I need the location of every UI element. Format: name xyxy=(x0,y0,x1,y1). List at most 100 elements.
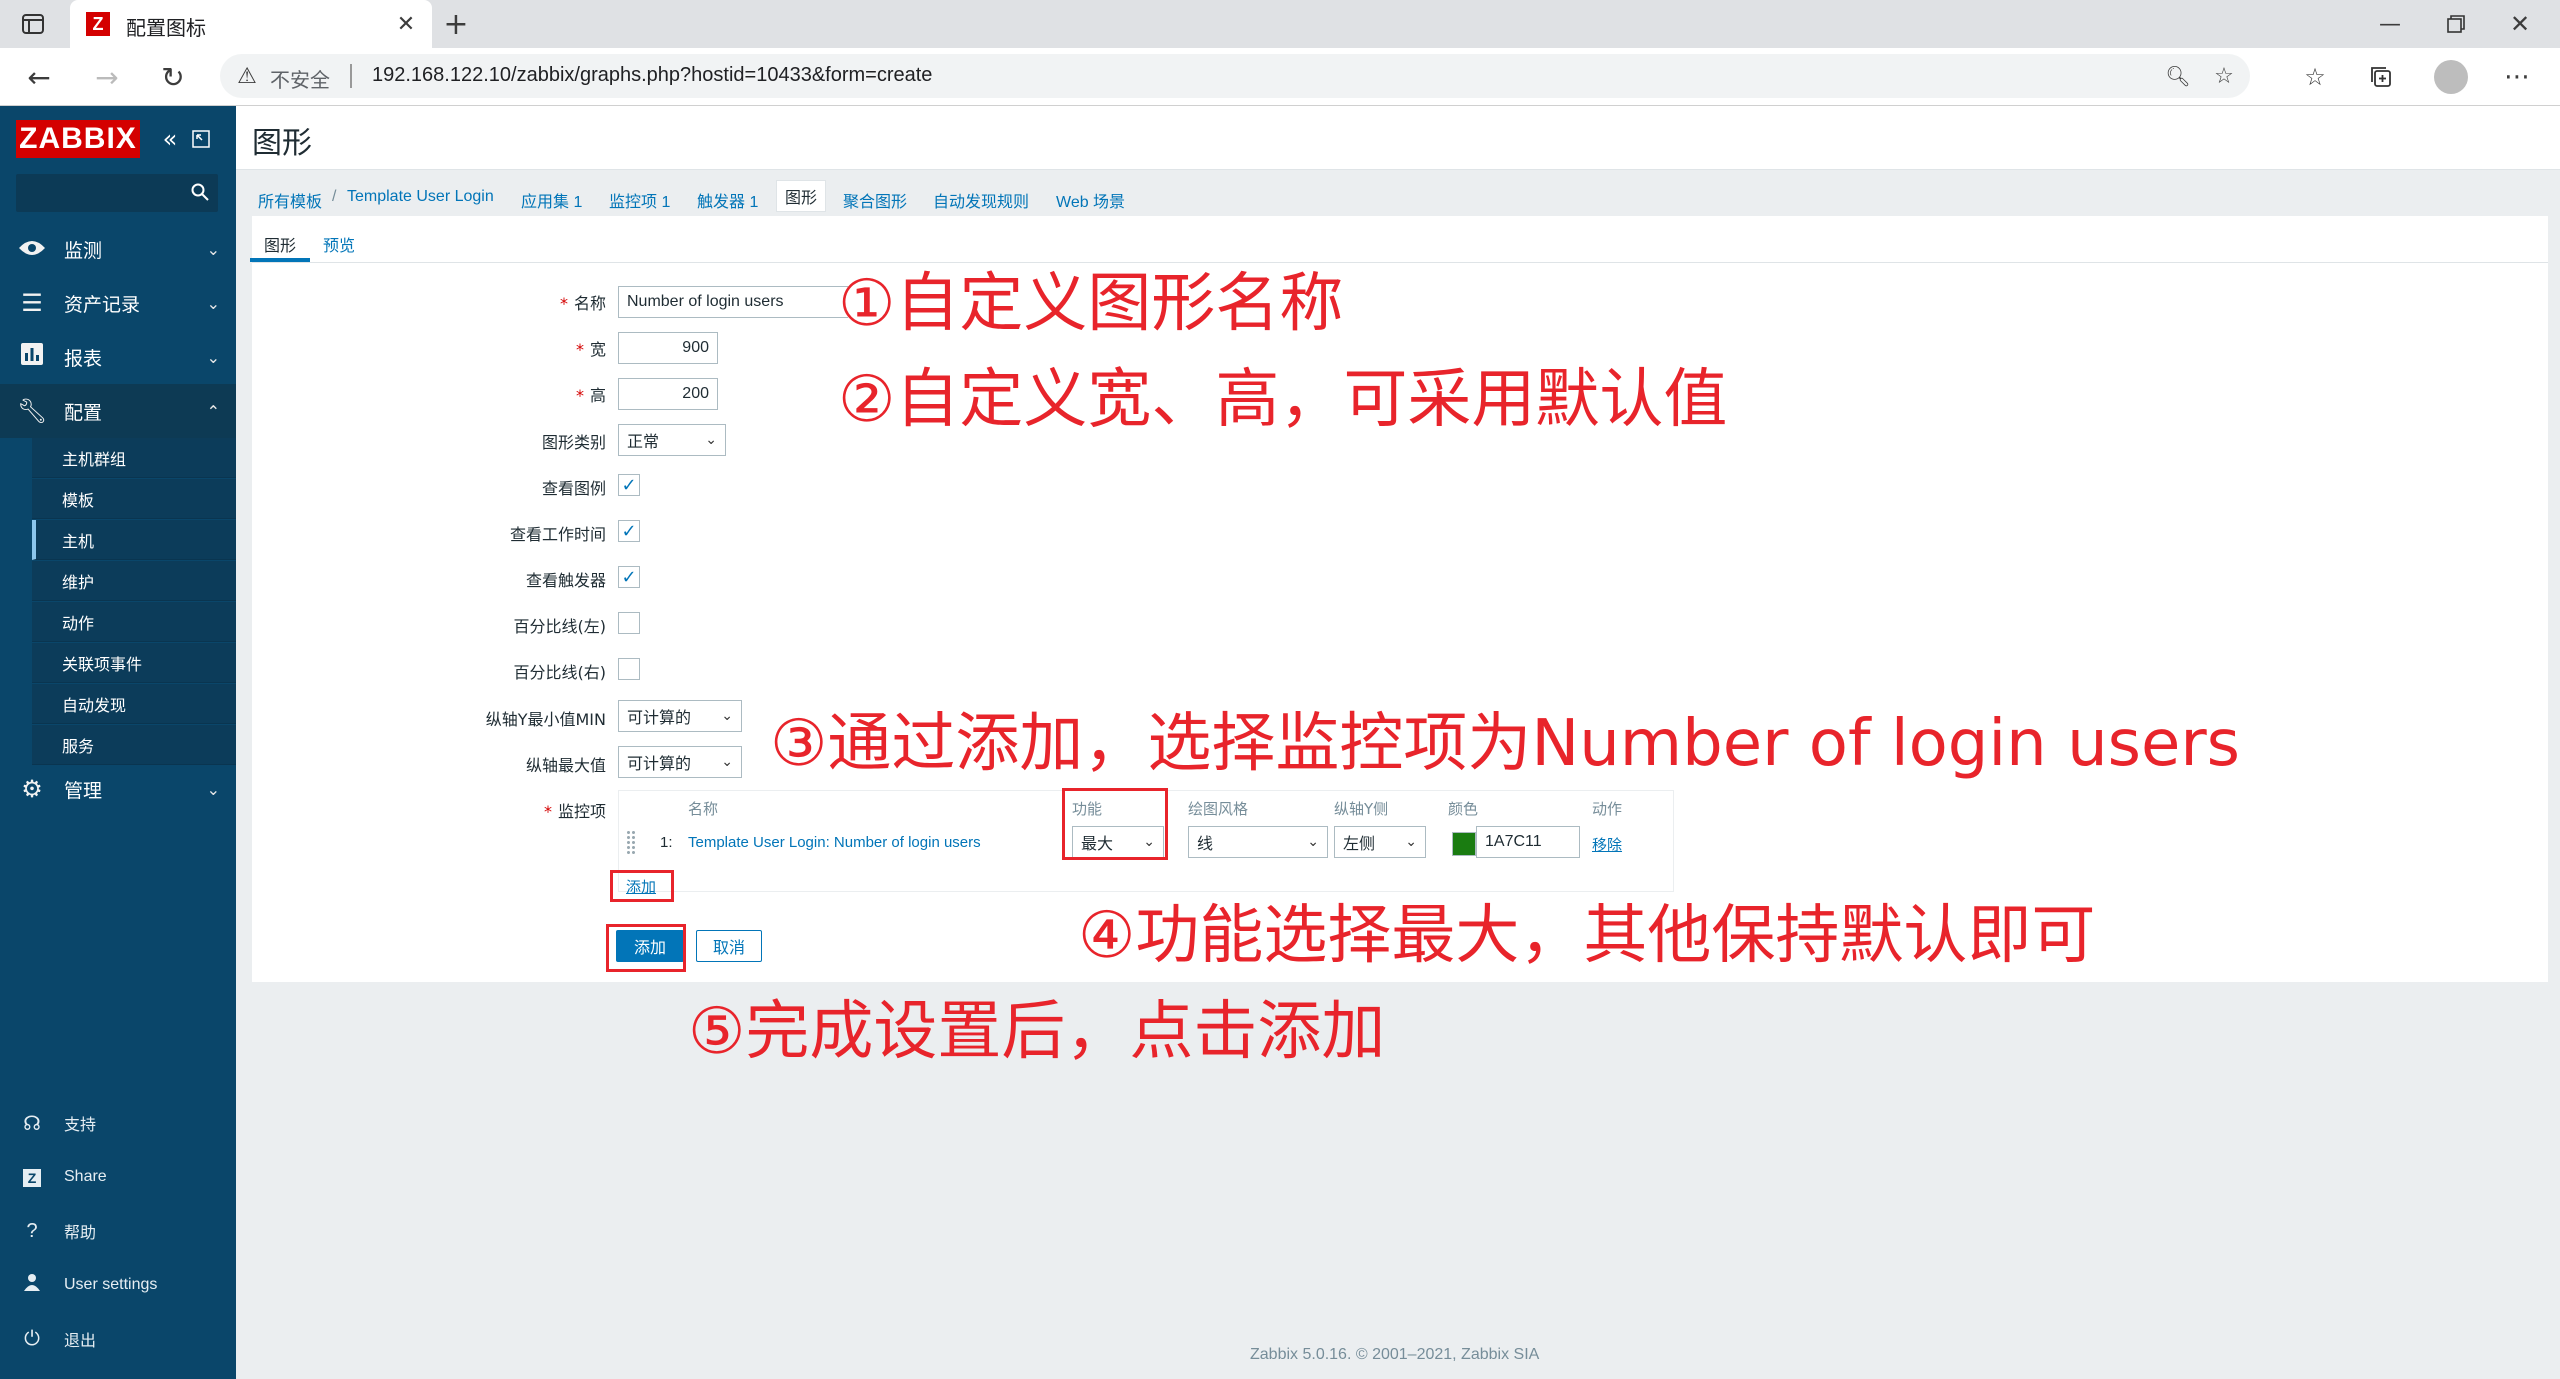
width-input[interactable]: 900 xyxy=(618,332,718,364)
submenu-hosts[interactable]: 主机 xyxy=(32,520,236,560)
item-name-link[interactable]: Template User Login: Number of login use… xyxy=(688,834,981,851)
collections-icon[interactable] xyxy=(2364,62,2398,92)
name-input[interactable]: Number of login users xyxy=(618,286,848,318)
y-max-value: 可计算的 xyxy=(627,754,692,773)
profile-avatar[interactable] xyxy=(2434,60,2468,94)
forward-icon[interactable]: → xyxy=(90,60,124,94)
percentile-right-label: 百分比线(右) xyxy=(513,663,607,682)
tab-actions-icon[interactable] xyxy=(20,12,46,36)
kiosk-mode-icon[interactable] xyxy=(190,128,212,150)
breadcrumb-all-templates[interactable]: 所有模板 xyxy=(258,188,322,212)
menu-inventory-label: 资产记录 xyxy=(64,293,141,316)
submenu-maintenance[interactable]: 维护 xyxy=(32,561,236,601)
menu-reports[interactable]: 报表 ⌄ xyxy=(0,330,236,384)
collapse-sidebar-icon[interactable]: « xyxy=(158,125,182,153)
graph-type-select[interactable]: 正常 ⌄ xyxy=(618,424,726,456)
chevron-down-icon: ⌄ xyxy=(705,432,717,448)
height-input[interactable]: 200 xyxy=(618,378,718,410)
menu-inventory[interactable]: ☰ 资产记录 ⌄ xyxy=(0,276,236,330)
y-max-label: 纵轴最大值 xyxy=(525,756,606,775)
percentile-left-checkbox[interactable] xyxy=(618,612,640,634)
tab-title: 配置图标 xyxy=(126,18,206,40)
menu-configuration-label: 配置 xyxy=(64,401,103,424)
draw-style-select[interactable]: 线 ⌄ xyxy=(1188,826,1328,858)
graph-type-value: 正常 xyxy=(627,432,660,451)
cancel-button[interactable]: 取消 xyxy=(696,930,762,962)
footer-signout[interactable]: ⏻ 退出 xyxy=(0,1314,236,1364)
url-box[interactable]: ⚠ 不安全 192.168.122.10/zabbix/graphs.php?h… xyxy=(220,54,2250,98)
nav-discovery-rules[interactable]: 自动发现规则 xyxy=(933,188,1029,212)
percentile-right-checkbox[interactable] xyxy=(618,658,640,680)
footer-share[interactable]: Z Share xyxy=(0,1152,236,1202)
submenu-actions[interactable]: 动作 xyxy=(32,602,236,642)
nav-items[interactable]: 监控项 1 xyxy=(609,188,670,212)
zabbix-favicon-icon: Z xyxy=(86,12,110,36)
menu-administration-label: 管理 xyxy=(64,779,103,802)
back-icon[interactable]: ← xyxy=(22,60,56,94)
add-favorite-icon[interactable]: ☆ xyxy=(2210,62,2238,90)
color-input[interactable]: 1A7C11 xyxy=(1476,826,1580,858)
show-work-period-checkbox[interactable]: ✓ xyxy=(618,520,640,542)
breadcrumb-template[interactable]: Template User Login xyxy=(347,188,494,206)
zabbix-logo[interactable]: ZABBIX xyxy=(16,120,140,158)
close-window-icon[interactable]: ✕ xyxy=(2500,8,2540,40)
show-triggers-checkbox[interactable]: ✓ xyxy=(618,566,640,588)
draw-style-value: 线 xyxy=(1197,834,1214,853)
col-header-name: 名称 xyxy=(688,800,719,818)
warning-icon[interactable]: ⚠ xyxy=(234,63,260,89)
favorites-icon[interactable]: ☆ xyxy=(2298,62,2332,92)
tab-preview[interactable]: 预览 xyxy=(323,232,355,256)
percentile-left-label: 百分比线(左) xyxy=(513,617,607,636)
gear-icon: ⚙ xyxy=(21,775,43,803)
footer-support[interactable]: ☊ 支持 xyxy=(0,1098,236,1148)
submenu-templates[interactable]: 模板 xyxy=(32,479,236,519)
nav-applications[interactable]: 应用集 1 xyxy=(521,188,582,212)
width-label: * 宽 xyxy=(575,340,606,359)
user-icon xyxy=(0,1273,64,1297)
zoom-icon[interactable]: 🔍︎ xyxy=(2164,62,2192,90)
sidebar-search-input[interactable] xyxy=(16,174,218,212)
footer-user-settings[interactable]: User settings xyxy=(0,1260,236,1310)
menu-administration[interactable]: ⚙ 管理 ⌄ xyxy=(0,762,236,816)
nav-triggers[interactable]: 触发器 1 xyxy=(697,188,758,212)
submenu-event-correlation[interactable]: 关联项事件 xyxy=(32,643,236,683)
submenu-discovery[interactable]: 自动发现 xyxy=(32,684,236,724)
show-work-period-label: 查看工作时间 xyxy=(509,525,606,544)
restore-window-icon[interactable] xyxy=(2436,8,2476,40)
nav-graphs-active[interactable]: 图形 xyxy=(776,180,827,212)
more-menu-icon[interactable]: ⋯ xyxy=(2500,62,2534,92)
remove-item-link[interactable]: 移除 xyxy=(1592,834,1622,855)
close-tab-icon[interactable]: ✕ xyxy=(392,10,420,38)
annotation-4: ④功能选择最大，其他保持默认即可 xyxy=(1078,899,2096,973)
chevron-down-icon: ⌄ xyxy=(206,293,220,313)
minimize-window-icon[interactable]: — xyxy=(2370,8,2410,40)
show-legend-checkbox[interactable]: ✓ xyxy=(618,474,640,496)
footer-support-label: 支持 xyxy=(64,1117,97,1134)
color-swatch[interactable] xyxy=(1452,832,1476,856)
reload-icon[interactable]: ↻ xyxy=(156,60,190,94)
browser-tab[interactable]: Z 配置图标 ✕ xyxy=(70,0,432,48)
highlight-submit-box xyxy=(606,924,686,972)
footer-signout-label: 退出 xyxy=(64,1333,97,1350)
chevron-down-icon: ⌄ xyxy=(206,239,220,259)
new-tab-icon[interactable]: + xyxy=(440,7,472,42)
drag-handle-icon[interactable] xyxy=(626,830,636,856)
chevron-down-icon: ⌄ xyxy=(206,347,220,367)
menu-monitoring[interactable]: 监测 ⌄ xyxy=(0,222,236,276)
submenu-services[interactable]: 服务 xyxy=(32,725,236,765)
chevron-down-icon: ⌄ xyxy=(1405,834,1417,850)
menu-configuration[interactable]: 🔧︎ 配置 ⌃ xyxy=(0,384,236,438)
nav-web-scenarios[interactable]: Web 场景 xyxy=(1056,188,1125,212)
footer-help[interactable]: ? 帮助 xyxy=(0,1206,236,1256)
tab-graph[interactable]: 图形 xyxy=(264,232,296,256)
y-min-select[interactable]: 可计算的 ⌄ xyxy=(618,700,742,732)
y-side-select[interactable]: 左侧 ⌄ xyxy=(1334,826,1426,858)
y-max-select[interactable]: 可计算的 ⌄ xyxy=(618,746,742,778)
security-label[interactable]: 不安全 xyxy=(270,64,330,93)
url-text[interactable]: 192.168.122.10/zabbix/graphs.php?hostid=… xyxy=(372,64,932,87)
search-icon[interactable] xyxy=(188,180,212,204)
annotation-5: ⑤完成设置后，点击添加 xyxy=(688,995,1386,1069)
nav-screens[interactable]: 聚合图形 xyxy=(843,188,907,212)
submenu-host-groups[interactable]: 主机群组 xyxy=(32,438,236,478)
chevron-up-icon: ⌃ xyxy=(206,401,220,421)
